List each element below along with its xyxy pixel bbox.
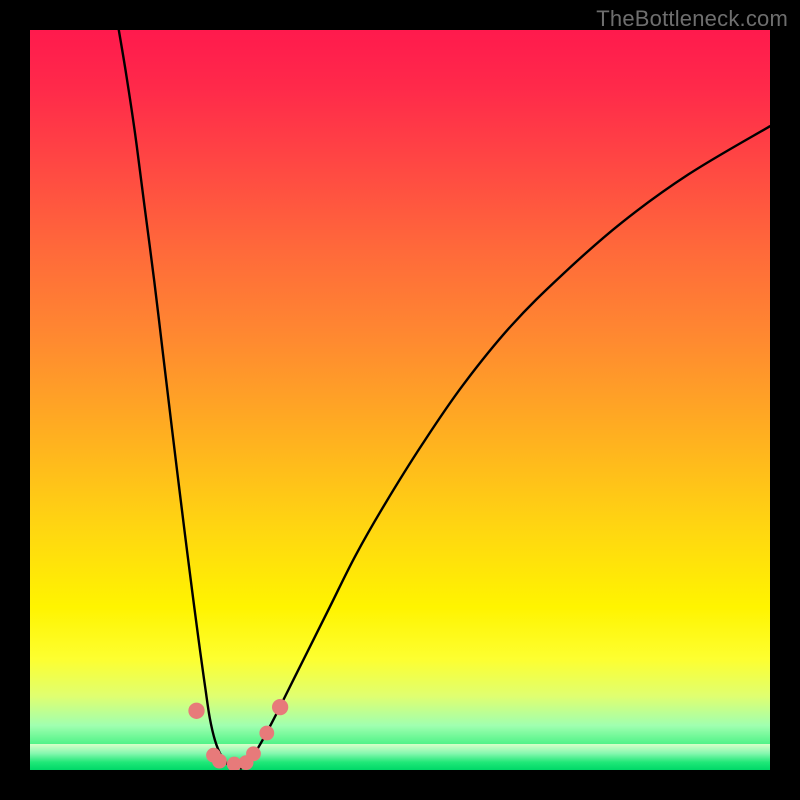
marker-right-tip-1 (246, 746, 261, 761)
chart-frame: TheBottleneck.com (0, 0, 800, 800)
left-curve (119, 30, 235, 769)
plot-area (30, 30, 770, 770)
marker-bottom-2 (212, 754, 227, 769)
marker-right-tip-3 (272, 699, 288, 715)
marker-right-tip-2 (259, 726, 274, 741)
right-curve (241, 126, 770, 768)
curves-svg (30, 30, 770, 770)
curve-layer (119, 30, 770, 769)
marker-layer (188, 699, 288, 770)
watermark-text: TheBottleneck.com (596, 6, 788, 32)
marker-left-tip (188, 703, 204, 719)
